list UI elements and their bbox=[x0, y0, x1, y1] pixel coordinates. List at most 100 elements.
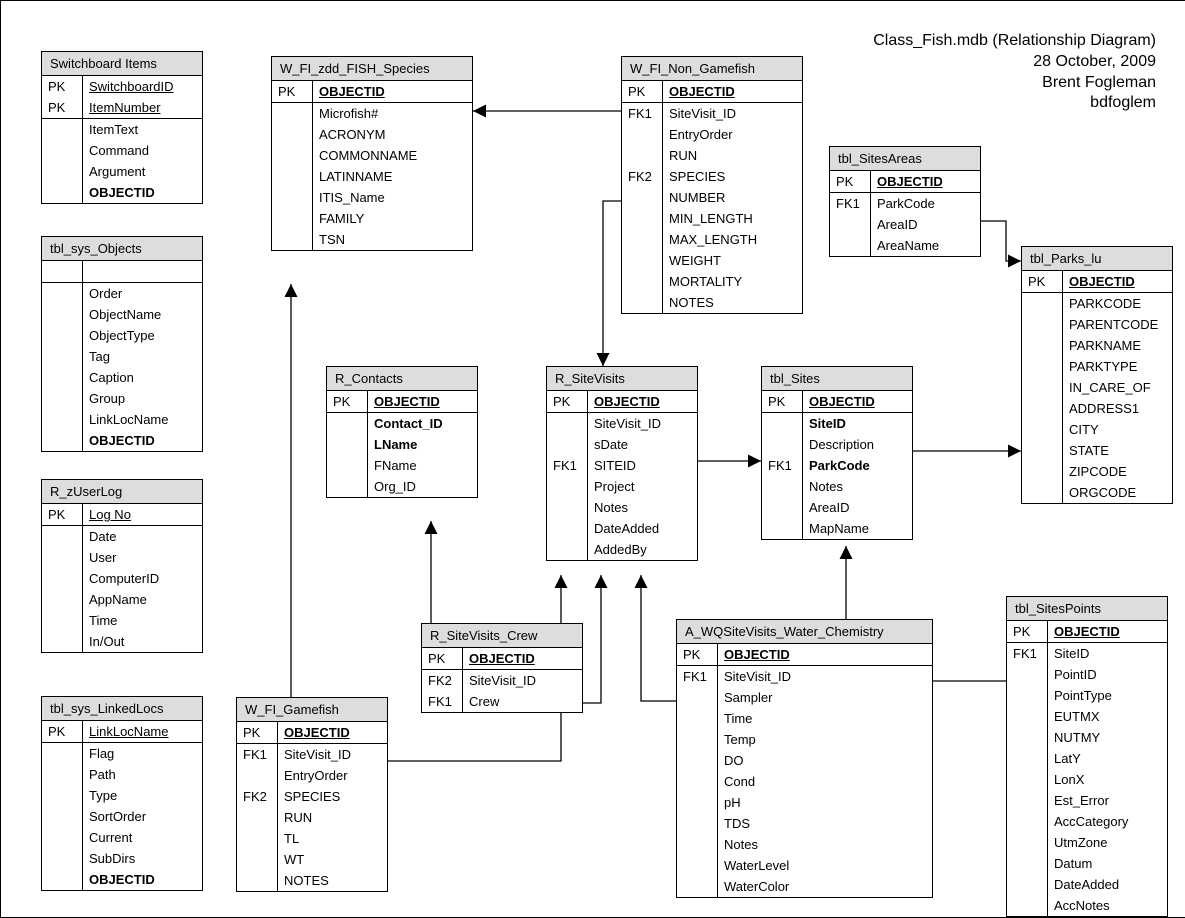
field-col: Project bbox=[588, 476, 697, 497]
key-col bbox=[1022, 356, 1063, 377]
pk-row: PKOBJECTID bbox=[272, 81, 472, 103]
field-row: Temp bbox=[677, 729, 932, 750]
field-row: AddedBy bbox=[547, 539, 697, 560]
entity-tblSites: tbl_SitesPKOBJECTID SiteID DescriptionFK… bbox=[761, 366, 913, 540]
field-col: SPECIES bbox=[278, 786, 387, 807]
field-col: OBJECTID bbox=[718, 644, 932, 665]
header-author: Brent Fogleman bbox=[873, 73, 1156, 94]
field-col: Crew bbox=[463, 691, 582, 712]
entity-switchboard: Switchboard ItemsPKSwitchboardIDPKItemNu… bbox=[41, 51, 203, 204]
field-row: sDate bbox=[547, 434, 697, 455]
field-col: Time bbox=[83, 610, 202, 631]
field-col: ItemNumber bbox=[83, 97, 202, 118]
field-row: Path bbox=[42, 764, 202, 785]
key-col bbox=[1022, 419, 1063, 440]
pk-row: PKOBJECTID bbox=[677, 644, 932, 666]
field-col: AppName bbox=[83, 589, 202, 610]
field-row: Group bbox=[42, 388, 202, 409]
field-row: CITY bbox=[1022, 419, 1172, 440]
field-col: RUN bbox=[663, 145, 802, 166]
pk-row: PKLinkLocName bbox=[42, 721, 202, 743]
key-col: FK1 bbox=[547, 455, 588, 476]
field-row: EUTMX bbox=[1007, 706, 1167, 727]
field-row: NOTES bbox=[622, 292, 802, 313]
field-col: COMMONNAME bbox=[313, 145, 472, 166]
key-col: PK bbox=[622, 81, 663, 102]
key-col bbox=[42, 610, 83, 631]
key-col bbox=[1007, 685, 1048, 706]
entity-title: W_FI_Gamefish bbox=[237, 698, 387, 722]
key-col bbox=[677, 750, 718, 771]
field-col: ParkCode bbox=[803, 455, 912, 476]
field-col: ZIPCODE bbox=[1063, 461, 1172, 482]
field-row: Cond bbox=[677, 771, 932, 792]
field-col: PointType bbox=[1048, 685, 1167, 706]
key-col bbox=[42, 388, 83, 409]
field-row: LatY bbox=[1007, 748, 1167, 769]
field-row: SiteVisit_ID bbox=[547, 413, 697, 434]
field-row: TSN bbox=[272, 229, 472, 250]
field-row: NUTMY bbox=[1007, 727, 1167, 748]
key-col bbox=[42, 409, 83, 430]
pk-row bbox=[42, 261, 202, 283]
field-row: RUN bbox=[237, 807, 387, 828]
entity-sysObjects: tbl_sys_Objects Order ObjectName ObjectT… bbox=[41, 236, 203, 452]
key-col bbox=[622, 271, 663, 292]
field-row: pH bbox=[677, 792, 932, 813]
field-col: SiteID bbox=[803, 413, 912, 434]
key-col: PK bbox=[422, 648, 463, 669]
key-col bbox=[762, 518, 803, 539]
field-row: FK2SPECIES bbox=[237, 786, 387, 807]
key-col bbox=[327, 434, 368, 455]
field-col: LinkLocName bbox=[83, 409, 202, 430]
pk-row: PKLog No bbox=[42, 504, 202, 526]
key-col: PK bbox=[1007, 621, 1048, 642]
field-row: NOTES bbox=[237, 870, 387, 891]
field-col: Est_Error bbox=[1048, 790, 1167, 811]
key-col bbox=[42, 568, 83, 589]
field-col: Date bbox=[83, 526, 202, 547]
field-col: DateAdded bbox=[1048, 874, 1167, 895]
field-row: LonX bbox=[1007, 769, 1167, 790]
field-col: Notes bbox=[803, 476, 912, 497]
key-col bbox=[272, 187, 313, 208]
field-col: Order bbox=[83, 283, 202, 304]
field-col: ObjectName bbox=[83, 304, 202, 325]
entity-title: tbl_SitesPoints bbox=[1007, 597, 1167, 621]
key-col bbox=[1007, 706, 1048, 727]
key-col bbox=[622, 187, 663, 208]
entity-siteVisits: R_SiteVisitsPKOBJECTID SiteVisit_ID sDat… bbox=[546, 366, 698, 561]
entity-title: tbl_SitesAreas bbox=[830, 147, 980, 171]
field-row: SubDirs bbox=[42, 848, 202, 869]
field-row: OBJECTID bbox=[42, 430, 202, 451]
key-col bbox=[677, 855, 718, 876]
field-col: SiteVisit_ID bbox=[463, 670, 582, 691]
field-row: Notes bbox=[677, 834, 932, 855]
entity-title: tbl_sys_Objects bbox=[42, 237, 202, 261]
field-col: Path bbox=[83, 764, 202, 785]
field-col: Description bbox=[803, 434, 912, 455]
key-col bbox=[327, 455, 368, 476]
key-col: PK bbox=[42, 97, 83, 118]
field-col: OBJECTID bbox=[871, 171, 980, 192]
field-col: Flag bbox=[83, 743, 202, 764]
field-col: LonX bbox=[1048, 769, 1167, 790]
field-row: Notes bbox=[547, 497, 697, 518]
field-col: NOTES bbox=[663, 292, 802, 313]
field-row: Description bbox=[762, 434, 912, 455]
field-row: PARENTCODE bbox=[1022, 314, 1172, 335]
field-col: Group bbox=[83, 388, 202, 409]
key-col bbox=[42, 806, 83, 827]
field-row: LATINNAME bbox=[272, 166, 472, 187]
field-row: FName bbox=[327, 455, 477, 476]
key-col bbox=[42, 325, 83, 346]
key-col bbox=[622, 145, 663, 166]
field-row: FK1Crew bbox=[422, 691, 582, 712]
key-col: PK bbox=[42, 504, 83, 525]
key-col bbox=[830, 235, 871, 256]
diagram-header: Class_Fish.mdb (Relationship Diagram) 28… bbox=[873, 31, 1156, 114]
entity-fishSpecies: W_FI_zdd_FISH_SpeciesPKOBJECTID Microfis… bbox=[271, 56, 473, 251]
field-col: FName bbox=[368, 455, 477, 476]
key-col bbox=[42, 869, 83, 890]
field-col: OBJECTID bbox=[1048, 621, 1167, 642]
